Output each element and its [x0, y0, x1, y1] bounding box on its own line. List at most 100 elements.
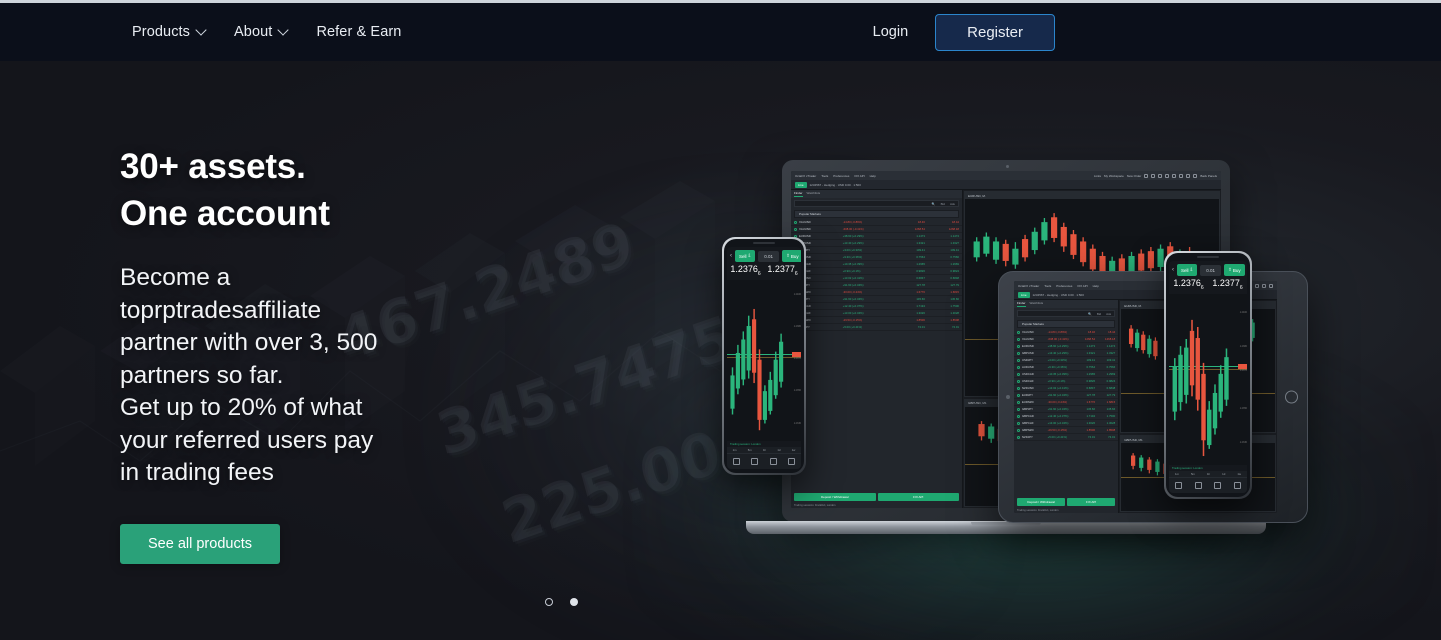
- tablet-menu-item-brand[interactable]: OctaFX cTrader: [1018, 284, 1039, 288]
- table-row[interactable]: USDCHF+0.90 (+0.1%)0.98260.9824: [1014, 378, 1119, 385]
- timeframe-5m[interactable]: 5m: [1191, 472, 1195, 476]
- indicators-icon[interactable]: [751, 458, 759, 465]
- tablet-menu-item-fix-api[interactable]: FIX API: [1077, 284, 1087, 288]
- table-row[interactable]: GBPJPY+91.60 (+0.34%)145.66145.66: [791, 296, 962, 303]
- menu-item-my-workspace[interactable]: My Workspace: [1104, 174, 1124, 178]
- timeframe-1h[interactable]: 1h: [1207, 472, 1210, 476]
- tablet-menu-item-tools[interactable]: Tools: [1044, 284, 1051, 288]
- mobile-candlestick-chart-left[interactable]: 1.2400 1.2380 1.2376 1.2350 1.2330: [727, 279, 801, 441]
- toolbar-icon[interactable]: [1262, 283, 1266, 288]
- toolbar-icon[interactable]: [1255, 283, 1259, 288]
- menu-item-tools[interactable]: Tools: [821, 174, 828, 178]
- table-row[interactable]: EURUSD +38.60 (+0.29%) 1.1473 1.1474: [1014, 343, 1119, 350]
- sell-button-right[interactable]: Sell ⇩: [1177, 264, 1198, 276]
- table-row[interactable]: AUDUSD+9.30 (+0.36%)0.75640.7566: [1014, 364, 1119, 371]
- table-row[interactable]: USDCHF+0.90 (+0.1%)0.98260.9824: [791, 268, 962, 275]
- menu-item-brand[interactable]: OctaFX cTrader: [795, 174, 816, 178]
- timeframe-5m[interactable]: 5m: [748, 448, 752, 452]
- chart-type-icon[interactable]: [732, 458, 740, 465]
- table-row[interactable]: XAUUSD -14.80 (-0.89%) 18.46 18.44: [791, 219, 962, 226]
- timeframe-1h[interactable]: 1h: [763, 448, 766, 452]
- table-row[interactable]: GBPJPY+91.60 (+0.34%)145.66145.66: [1014, 406, 1119, 413]
- mobile-candlestick-chart-right[interactable]: 1.2400 1.2380 1.2376 1.2350 1.2330: [1169, 293, 1247, 465]
- table-row[interactable]: GBPCHF+13.00 (+0.34%)1.30261.3028: [791, 310, 962, 317]
- tablet-tab-watchlists[interactable]: Watchlists: [1030, 301, 1044, 307]
- tablet-markets-search-input[interactable]: 🔍 Bid Ask: [1017, 310, 1116, 317]
- table-row[interactable]: XAUUSD -608.00 (-0.41%) 1268.54 1268.18: [791, 226, 962, 233]
- table-row[interactable]: GBPUSD +13.40 (+0.29%) 1.3321 1.3327: [791, 240, 962, 247]
- fix-api-button[interactable]: FIX API: [877, 493, 959, 501]
- menu-item-fix-api[interactable]: FIX API: [854, 174, 864, 178]
- tablet-menu-item-preferences[interactable]: Preferences: [1056, 284, 1072, 288]
- table-row[interactable]: GBPCAD+12.40 (+0.37%)1.71941.7500: [791, 303, 962, 310]
- deposit-withdrawal-button[interactable]: Deposit / Withdrawal: [794, 493, 876, 501]
- see-all-products-button[interactable]: See all products: [120, 523, 280, 564]
- menu-item-help[interactable]: Help: [870, 174, 876, 178]
- carousel-dot-2[interactable]: [570, 598, 578, 606]
- toolbar-icon[interactable]: [1151, 173, 1156, 178]
- tablet-tab-finder[interactable]: Finder: [1017, 301, 1026, 307]
- lot-size-selector-left[interactable]: 0.01: [758, 250, 780, 262]
- table-row[interactable]: NZDUSD+13.02 (+0.41%)0.68470.6848: [791, 275, 962, 282]
- toolbar-icon[interactable]: [1172, 173, 1177, 178]
- buy-button-left[interactable]: ⇧ Buy: [782, 250, 801, 262]
- lot-size-selector-right[interactable]: 0.01: [1200, 264, 1222, 276]
- table-row[interactable]: USDCAD+10.35 (+0.39%)1.29651.2969: [1014, 371, 1119, 378]
- drawing-tools-icon[interactable]: [1214, 482, 1222, 489]
- buy-button-right[interactable]: ⇧ Buy: [1224, 264, 1245, 276]
- table-row[interactable]: USDCAD+10.35 (+0.39%)1.29651.2969: [791, 261, 962, 268]
- drawing-tools-icon[interactable]: [769, 458, 777, 465]
- carousel-dot-1[interactable]: [545, 598, 553, 606]
- login-link[interactable]: Login: [873, 24, 908, 40]
- tablet-market-group-header[interactable]: Popular Markets: [1017, 320, 1116, 328]
- table-row[interactable]: NZDUSD+13.02 (+0.41%)0.68470.6848: [1014, 385, 1119, 392]
- table-row[interactable]: USDJPY+3.00 (+0.33%)109.41109.41: [1014, 357, 1119, 364]
- toolbar-icon[interactable]: [1179, 173, 1184, 178]
- table-row[interactable]: EURJPY +91.60 (+0.34%) 127.78 127.79: [1014, 392, 1119, 399]
- toolbar-icon[interactable]: [1269, 283, 1273, 288]
- markets-search-input[interactable]: 🔍 Bid Ask: [794, 200, 959, 207]
- menu-item-links[interactable]: Links: [1094, 174, 1101, 178]
- toolbar-icon[interactable]: [1186, 173, 1191, 178]
- table-row[interactable]: GBPNZD-29.50 (-0.15%)1.85061.8508: [791, 317, 962, 324]
- timeframe-1w[interactable]: 1w: [1237, 472, 1241, 476]
- nav-item-products[interactable]: Products: [132, 24, 206, 40]
- tab-finder[interactable]: Finder: [794, 191, 803, 197]
- table-row[interactable]: NZDJPY+5.00 (+0.41%)74.0174.01: [1014, 434, 1119, 441]
- indicators-icon[interactable]: [1194, 482, 1202, 489]
- table-row[interactable]: NZDJPY+5.00 (+0.41%)74.0174.01: [791, 324, 962, 331]
- chart-type-icon[interactable]: [1175, 482, 1183, 489]
- register-button[interactable]: Register: [935, 13, 1055, 51]
- tablet-menu-item-help[interactable]: Help: [1093, 284, 1099, 288]
- timeframe-1m[interactable]: 1m: [733, 448, 737, 452]
- table-row[interactable]: EURNZD-30.00 (-0.24%)1.67761.6815: [791, 289, 962, 296]
- toolbar-icon[interactable]: [1158, 173, 1163, 178]
- table-row[interactable]: AUDUSD+9.30 (+0.36%)0.75640.7566: [791, 254, 962, 261]
- table-row[interactable]: GBPUSD +13.40 (+0.29%) 1.3321 1.3327: [1014, 350, 1119, 357]
- toolbar-icon[interactable]: [1165, 173, 1170, 178]
- table-row[interactable]: XAUUSD -14.80 (-0.89%) 18.46 18.44: [1014, 329, 1119, 336]
- nav-item-refer-and-earn[interactable]: Refer & Earn: [316, 24, 401, 40]
- toolbar-icon[interactable]: [1193, 173, 1198, 178]
- table-row[interactable]: GBPNZD-29.50 (-0.15%)1.85061.8508: [1014, 427, 1119, 434]
- tablet-deposit-withdrawal-button[interactable]: Deposit / Withdrawal: [1017, 498, 1066, 506]
- toolbar-icon[interactable]: [1144, 173, 1149, 178]
- market-group-header[interactable]: Popular Markets: [794, 210, 959, 218]
- menu-item-new-order[interactable]: New Order: [1127, 174, 1142, 178]
- tablet-home-button[interactable]: [1285, 390, 1298, 404]
- menu-item-preferences[interactable]: Preferences: [833, 174, 849, 178]
- timeframe-1w[interactable]: 1w: [792, 448, 796, 452]
- table-row[interactable]: EURUSD +38.60 (+0.29%) 1.1473 1.1474: [791, 233, 962, 240]
- timeframe-1d[interactable]: 1d: [777, 448, 780, 452]
- table-row[interactable]: GBPCAD+12.40 (+0.37%)1.71941.7500: [1014, 413, 1119, 420]
- tablet-fix-api-button[interactable]: FIX API: [1067, 498, 1116, 506]
- timeframe-1m[interactable]: 1m: [1175, 472, 1179, 476]
- settings-gear-icon[interactable]: [1233, 482, 1241, 489]
- back-arrow-icon[interactable]: ‹: [730, 253, 732, 259]
- timeframe-1d[interactable]: 1d: [1222, 472, 1225, 476]
- table-row[interactable]: USDJPY+3.00 (+0.33%)109.41109.41: [791, 247, 962, 254]
- nav-item-about[interactable]: About: [234, 24, 288, 40]
- back-arrow-icon[interactable]: ‹: [1172, 267, 1174, 273]
- table-row[interactable]: EURNZD-30.00 (-0.24%)1.67761.6815: [1014, 399, 1119, 406]
- tab-watchlists[interactable]: Watchlists: [807, 191, 821, 197]
